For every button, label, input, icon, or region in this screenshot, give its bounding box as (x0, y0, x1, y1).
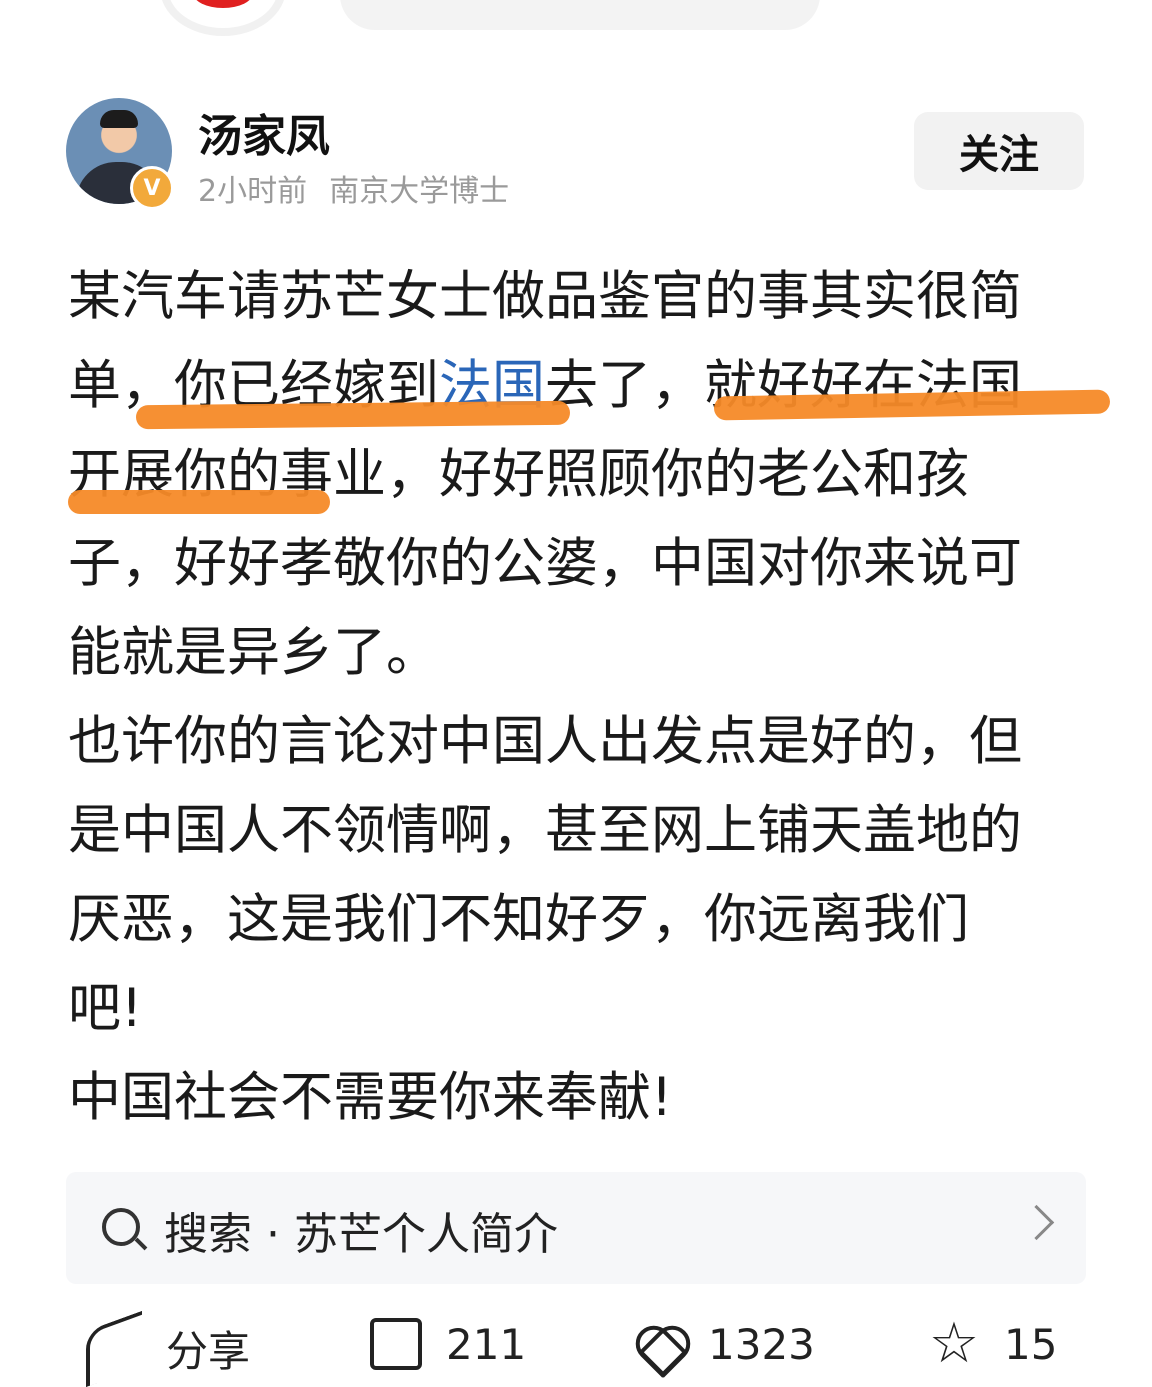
top-search-bar[interactable] (340, 0, 820, 30)
comment-button[interactable]: 211 (370, 1318, 526, 1370)
app-logo-icon[interactable] (160, 0, 286, 36)
highlight-underline (68, 490, 330, 514)
post-line: 是中国人不领情啊，甚至网上铺天盖地的 (68, 800, 1022, 861)
post-line: 吧! (68, 978, 143, 1039)
post-line: 开展你的事业，好好照顾你的老公和孩 (68, 430, 1118, 519)
like-count: 1323 (708, 1319, 815, 1369)
favorite-count: 15 (1004, 1319, 1058, 1369)
comment-icon (370, 1318, 422, 1370)
post-line: 某汽车请苏芒女士做品鉴官的事其实很简 (68, 266, 1022, 327)
star-icon: ☆ (928, 1311, 980, 1376)
share-button[interactable]: 分享 (86, 1310, 251, 1387)
highlight-underline (135, 400, 571, 430)
follow-button[interactable]: 关注 (914, 112, 1084, 190)
share-label: 分享 (166, 1327, 251, 1376)
post-time: 2小时前 (198, 174, 308, 209)
author-name[interactable]: 汤家凤 (198, 100, 330, 164)
verified-badge-icon: V (130, 166, 174, 210)
comment-count: 211 (446, 1319, 527, 1369)
post-line: 单，你已经嫁到法国去了，就好好在法国 (68, 341, 1118, 430)
like-button[interactable]: 1323 (632, 1318, 815, 1370)
search-icon (102, 1208, 140, 1246)
chevron-right-icon (1018, 1204, 1055, 1241)
post-line: 厌恶，这是我们不知好歹，你远离我们 (68, 889, 969, 950)
post-line: 子，好好孝敬你的公婆，中国对你来说可 (68, 533, 1022, 594)
heart-icon (632, 1318, 684, 1370)
favorite-button[interactable]: ☆ 15 (928, 1311, 1058, 1376)
author-title: 南京大学博士 (329, 174, 510, 209)
share-icon (86, 1310, 142, 1387)
post-line: 中国社会不需要你来奉献! (68, 1067, 673, 1128)
search-suggestion[interactable]: 搜索 · 苏芒个人简介 (66, 1172, 1086, 1284)
author-meta: 2小时前 南京大学博士 (198, 166, 509, 210)
post-line: 也许你的言论对中国人出发点是好的，但 (68, 711, 1022, 772)
top-bar (0, 0, 1152, 40)
search-suggestion-label: 搜索 · 苏芒个人简介 (164, 1209, 558, 1260)
post-body: 某汽车请苏芒女士做品鉴官的事其实很简 单，你已经嫁到法国去了，就好好在法国 开展… (68, 252, 1118, 1142)
action-bar: 分享 211 1323 ☆ 15 (0, 1310, 1152, 1387)
post-line: 能就是异乡了。 (68, 622, 439, 683)
